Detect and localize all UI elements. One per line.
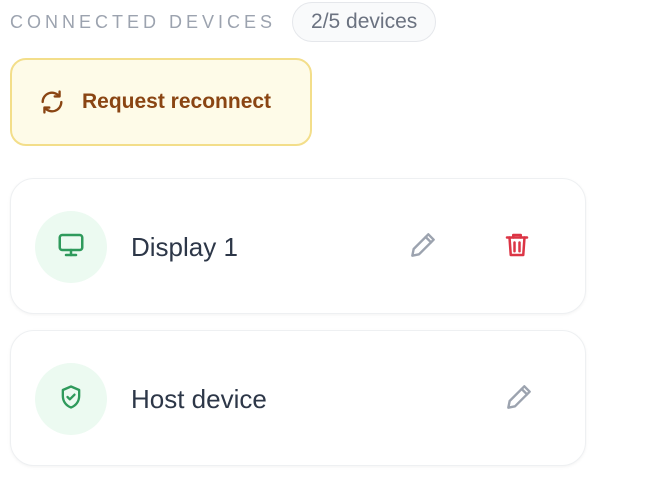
trash-icon xyxy=(502,230,532,265)
section-title: CONNECTED DEVICES xyxy=(10,11,277,32)
edit-icon xyxy=(407,229,439,266)
device-icon-badge xyxy=(35,211,107,283)
device-icon-badge xyxy=(35,363,107,435)
device-name: Display 1 xyxy=(131,232,238,262)
device-count-badge: 2/5 devices xyxy=(292,2,437,42)
refresh-icon xyxy=(38,88,66,116)
device-card-display-1: Display 1 xyxy=(10,178,586,314)
device-name: Host device xyxy=(131,384,267,414)
request-reconnect-button[interactable]: Request reconnect xyxy=(10,58,312,146)
delete-device-button[interactable] xyxy=(497,227,537,267)
edit-icon xyxy=(503,381,535,418)
device-card-host-device: Host device xyxy=(10,330,586,466)
devices-header: CONNECTED DEVICES 2/5 devices xyxy=(10,2,437,42)
shield-check-icon xyxy=(57,383,85,416)
request-reconnect-label: Request reconnect xyxy=(82,90,272,113)
monitor-icon xyxy=(56,230,86,265)
edit-device-button[interactable] xyxy=(403,227,443,267)
edit-device-button[interactable] xyxy=(499,379,539,419)
